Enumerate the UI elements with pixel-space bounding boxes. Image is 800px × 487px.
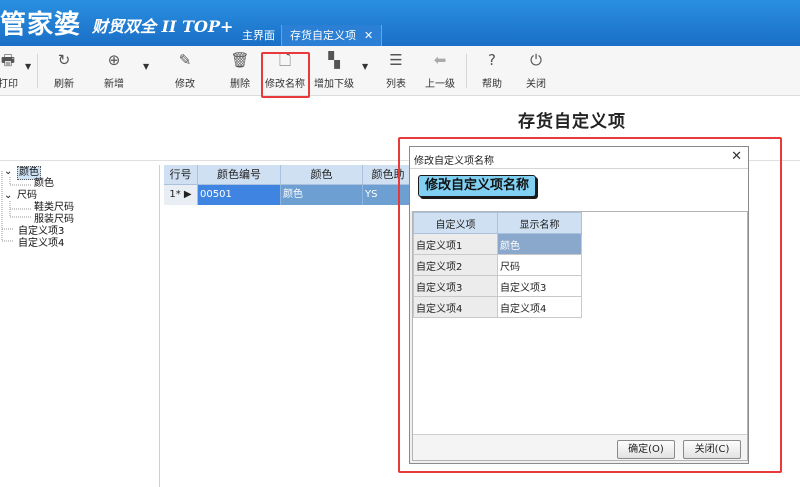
list-icon: ☰ [389,51,403,69]
add-label: 新增 [104,79,124,90]
table-row: 自定义项3 自定义项3 [413,275,582,297]
up-level-button[interactable]: ⬅ 上一级 [418,50,462,90]
help-label: 帮助 [482,79,502,90]
dialog-banner: 修改自定义项名称 [410,169,748,211]
add-sub-level-button[interactable]: ▚ 增加下级 [312,50,356,90]
tree-expand-icon[interactable]: ⌄ [4,166,12,178]
delete-label: 删除 [230,79,250,90]
custom-item-key: 自定义项4 [413,296,498,318]
edit-button[interactable]: ✎ 修改 [163,50,207,90]
edit-label: 修改 [175,79,195,90]
tab-inventory-custom-label: 存货自定义项 [290,29,356,42]
add-button[interactable]: ⊕ 新增 [92,50,136,90]
column-header-row-num[interactable]: 行号 [164,165,198,185]
tab-home[interactable]: 主界面 [236,25,282,46]
arrow-left-icon: ⬅ [433,51,447,69]
dialog-titlebar[interactable]: 修改自定义项名称 ✕ [410,147,748,169]
page-title: 存货自定义项 [518,112,626,132]
list-button[interactable]: ☰ 列表 [374,50,418,90]
refresh-button[interactable]: ↻ 刷新 [42,50,86,90]
tab-inventory-custom[interactable]: 存货自定义项 ✕ [282,25,383,46]
row-number: 1* [169,189,181,200]
power-icon: ⏻ [530,51,542,69]
dialog-title: 修改自定义项名称 [414,156,494,167]
row-number-cell[interactable]: 1* ▶ [164,185,198,205]
add-sub-dropdown-icon[interactable]: ▼ [362,62,368,71]
custom-item-key: 自定义项3 [413,275,498,297]
column-header-color[interactable]: 颜色 [281,165,363,185]
table-row: 自定义项4 自定义项4 [413,296,582,318]
close-icon[interactable]: ✕ [731,149,742,164]
tree-node-size[interactable]: 尺码 [17,190,37,202]
help-button[interactable]: ? 帮助 [470,50,514,90]
delete-button[interactable]: 🗑 删除 [218,50,262,90]
display-name-input[interactable]: 自定义项3 [497,275,582,297]
display-name-input[interactable]: 颜色 [497,233,582,255]
tree-node-custom-4[interactable]: 自定义项4 [18,238,64,250]
tree-node-clothing-size[interactable]: 服装尺码 [34,214,74,226]
refresh-icon: ↻ [57,51,71,69]
print-dropdown-icon[interactable]: ▼ [25,62,31,71]
close-page-button[interactable]: ⏻ 关闭 [514,50,558,90]
up-level-label: 上一级 [425,79,455,90]
column-header-custom-item[interactable]: 自定义项 [413,212,498,234]
row-pointer-icon: ▶ [183,189,192,200]
toolbar-divider [37,54,38,88]
question-icon: ? [488,51,496,69]
dialog-footer: 确定(O) 关闭(C) [413,434,747,460]
list-label: 列表 [386,79,406,90]
app-header: 管家婆 财贸双全 II TOP+ 主界面 存货自定义项 ✕ [0,0,800,46]
dialog-heading: 修改自定义项名称 [418,175,537,197]
tree-node-color-child[interactable]: 颜色 [34,178,54,190]
toolbar: 🖶 打印 ▼ ↻ 刷新 ⊕ 新增 ▼ ✎ 修改 🗑 删除 🗋 修改名称 ▚ 增加… [0,46,800,96]
table-row: 自定义项1 颜色 [413,233,582,255]
custom-item-key: 自定义项1 [413,233,498,255]
rename-dialog: 修改自定义项名称 ✕ 修改自定义项名称 自定义项 显示名称 自定义项1 颜色 自… [409,146,749,464]
custom-item-key: 自定义项2 [413,254,498,276]
toolbar-divider [466,54,467,88]
plus-circle-icon: ⊕ [107,51,121,69]
column-header-display-name[interactable]: 显示名称 [497,212,582,234]
add-dropdown-icon[interactable]: ▼ [143,62,149,71]
refresh-label: 刷新 [54,79,74,90]
edit-icon: ✎ [178,51,192,69]
display-name-input[interactable]: 自定义项4 [497,296,582,318]
close-page-label: 关闭 [526,79,546,90]
print-label: 打印 [0,79,18,90]
tab-home-label: 主界面 [242,29,275,42]
app-logo-subtitle: 财贸双全 II TOP+ [92,17,234,36]
column-header-color-code[interactable]: 颜色编号 [198,165,281,185]
category-tree: ⌄ 颜色 颜色 ⌄ 尺码 鞋类尺码 服装尺码 自定义项3 自定义项4 [0,165,160,487]
add-sub-level-label: 增加下级 [314,79,354,90]
tree-expand-icon[interactable]: ⌄ [4,190,12,202]
table-row: 自定义项2 尺码 [413,254,582,276]
hierarchy-icon: ▚ [328,51,340,69]
tree-node-shoe-size[interactable]: 鞋类尺码 [34,202,74,214]
custom-items-table: 自定义项 显示名称 自定义项1 颜色 自定义项2 尺码 自定义项3 自定义项3 … [413,212,582,318]
display-name-input[interactable]: 尺码 [497,254,582,276]
data-grid: 行号 颜色编号 颜色 颜色助 1* ▶ 00501 颜色 YS [164,165,414,487]
close-icon[interactable]: ✕ [364,25,373,46]
dialog-panel: 自定义项 显示名称 自定义项1 颜色 自定义项2 尺码 自定义项3 自定义项3 … [412,211,748,461]
table-cell-code[interactable]: 00501 [198,185,281,205]
table-cell-name[interactable]: 颜色 [281,185,363,205]
trash-icon: 🗑 [230,51,250,69]
close-button[interactable]: 关闭(C) [683,440,741,459]
app-logo: 管家婆 [0,10,82,40]
rename-highlight-box [261,52,310,98]
tree-node-custom-3[interactable]: 自定义项3 [18,226,64,238]
ok-button[interactable]: 确定(O) [617,440,675,459]
tab-bar: 主界面 存货自定义项 ✕ [236,25,383,46]
